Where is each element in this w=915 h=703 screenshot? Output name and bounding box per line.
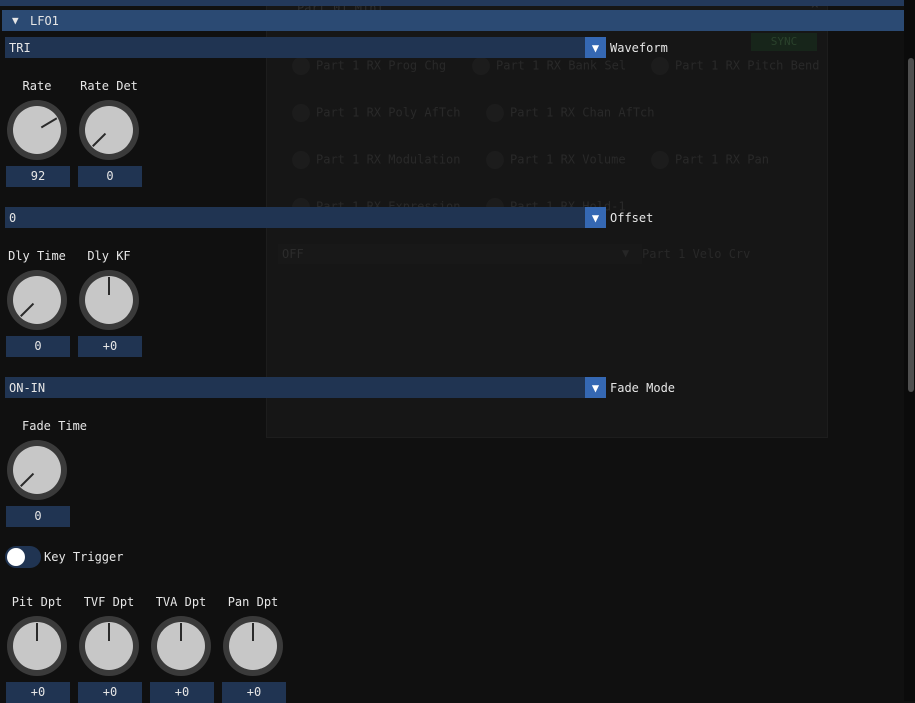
rate-det-knob[interactable] (79, 100, 139, 160)
fade-time-value[interactable]: 0 (6, 506, 70, 527)
dly-time-control: Dly Time 0 (4, 248, 70, 357)
offset-combo[interactable]: 0 ▼ (5, 207, 606, 228)
pit-dpt-label: Pit Dpt (11, 595, 63, 609)
background-check-pan: Part 1 RX Pan (651, 151, 769, 169)
pit-dpt-knob[interactable] (7, 616, 67, 676)
dly-kf-knob[interactable] (79, 270, 139, 330)
rate-det-label: Rate Det (80, 79, 138, 93)
background-velo-combo: OFF (278, 244, 642, 264)
pan-dpt-value[interactable]: +0 (222, 682, 286, 703)
offset-value: 0 (9, 210, 17, 225)
tvf-dpt-label: TVF Dpt (83, 595, 135, 609)
tva-dpt-value[interactable]: +0 (150, 682, 214, 703)
dly-kf-label: Dly KF (87, 249, 131, 263)
pan-dpt-control: Pan Dpt +0 (220, 594, 286, 703)
knob-face (13, 446, 61, 494)
key-trigger-label: Key Trigger (44, 550, 124, 564)
background-check-modulation: Part 1 RX Modulation (292, 151, 461, 169)
tva-dpt-knob[interactable] (151, 616, 211, 676)
tva-dpt-label: TVA Dpt (155, 595, 207, 609)
scrollbar-thumb[interactable] (908, 58, 914, 392)
background-velo-arrow-icon: ▼ (622, 246, 630, 260)
waveform-combo[interactable]: TRI ▼ (5, 37, 606, 58)
fade-mode-combo[interactable]: ON-IN ▼ (5, 377, 606, 398)
toggle-knob (7, 548, 25, 566)
vertical-scrollbar[interactable] (904, 0, 915, 701)
knob-face (85, 106, 133, 154)
fade-mode-value: ON-IN (9, 380, 46, 395)
pit-dpt-control: Pit Dpt +0 (4, 594, 70, 703)
tvf-dpt-value[interactable]: +0 (78, 682, 142, 703)
rate-control: Rate 92 (4, 78, 70, 187)
key-trigger-toggle[interactable] (5, 546, 41, 568)
background-check-prog-chg: Part 1 RX Prog Chg (292, 57, 446, 75)
rate-knob[interactable] (7, 100, 67, 160)
rate-value[interactable]: 92 (6, 166, 70, 187)
fade-time-control: Fade Time 0 (4, 418, 104, 527)
knob-face (13, 276, 61, 324)
waveform-label: Waveform (610, 41, 668, 55)
tvf-dpt-control: TVF Dpt +0 (76, 594, 142, 703)
fade-mode-label: Fade Mode (610, 381, 676, 395)
rate-det-value[interactable]: 0 (78, 166, 142, 187)
dly-kf-control: Dly KF +0 (76, 248, 142, 357)
background-check-poly-aftch: Part 1 RX Poly AfTch (292, 104, 461, 122)
dly-time-label: Dly Time (8, 249, 66, 263)
rate-label: Rate (22, 79, 52, 93)
dropdown-arrow-icon[interactable]: ▼ (585, 37, 606, 58)
background-velo-label: Part 1 Velo Crv (642, 247, 751, 261)
tva-dpt-control: TVA Dpt +0 (148, 594, 214, 703)
fade-time-knob[interactable] (7, 440, 67, 500)
pit-dpt-value[interactable]: +0 (6, 682, 70, 703)
rate-det-control: Rate Det 0 (76, 78, 142, 187)
pan-dpt-knob[interactable] (223, 616, 283, 676)
lfo1-section-header[interactable]: ▼ LFO1 (2, 10, 904, 31)
dly-kf-value[interactable]: +0 (78, 336, 142, 357)
fade-time-label: Fade Time (22, 419, 88, 433)
waveform-value: TRI (9, 40, 31, 55)
section-title: LFO1 (30, 13, 59, 28)
collapse-arrow-icon: ▼ (12, 14, 19, 27)
background-sync-button: SYNC (751, 33, 817, 51)
background-check-volume: Part 1 RX Volume (486, 151, 626, 169)
dly-time-knob[interactable] (7, 270, 67, 330)
dropdown-arrow-icon[interactable]: ▼ (585, 377, 606, 398)
dropdown-arrow-icon[interactable]: ▼ (585, 207, 606, 228)
previous-section-header[interactable] (0, 0, 904, 6)
tvf-dpt-knob[interactable] (79, 616, 139, 676)
background-check-chan-aftch: Part 1 RX Chan AfTch (486, 104, 655, 122)
knob-face (13, 106, 61, 154)
background-check-bank-sel: Part 1 RX Bank Sel (472, 57, 626, 75)
dly-time-value[interactable]: 0 (6, 336, 70, 357)
offset-label: Offset (610, 211, 654, 225)
background-check-pitch-bend: Part 1 RX Pitch Bend (651, 57, 820, 75)
pan-dpt-label: Pan Dpt (227, 595, 279, 609)
